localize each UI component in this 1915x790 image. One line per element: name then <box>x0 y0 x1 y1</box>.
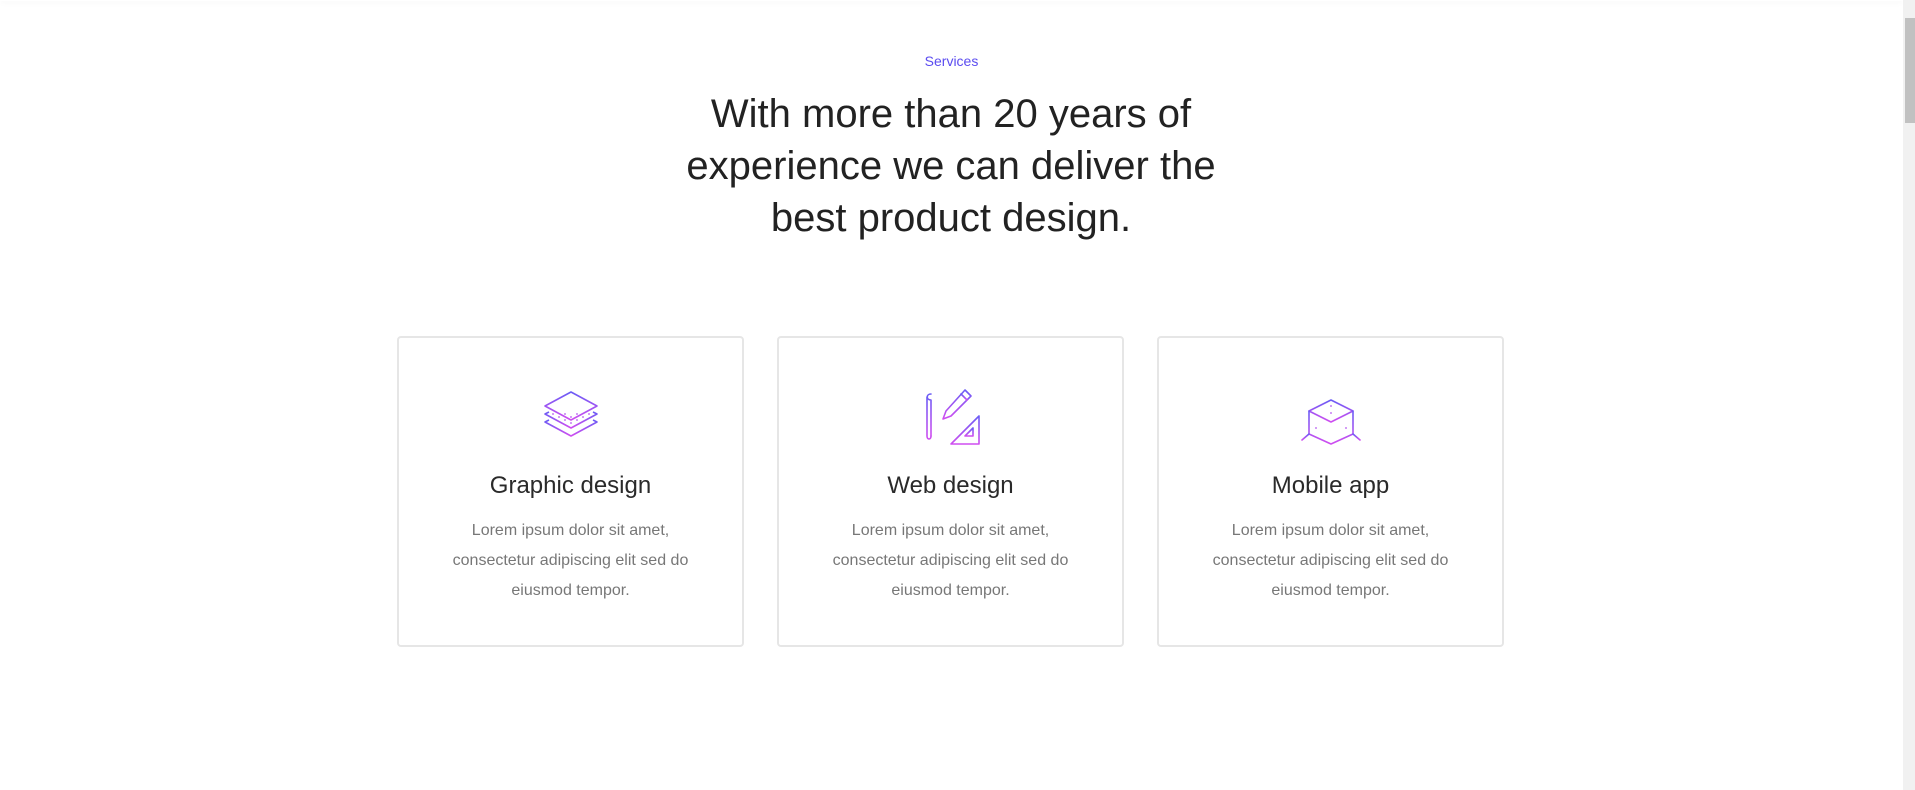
blueprint-pencil-icon <box>926 389 980 445</box>
service-card-graphic-design[interactable]: Graphic design Lorem ipsum dolor sit ame… <box>397 336 744 647</box>
service-title: Web design <box>887 472 1014 499</box>
scrollbar-thumb[interactable] <box>1905 18 1915 123</box>
page-scrollbar[interactable] <box>1903 0 1915 790</box>
service-title: Mobile app <box>1271 472 1390 499</box>
service-card-web-design[interactable]: Web design Lorem ipsum dolor sit amet, c… <box>777 336 1124 647</box>
service-description: Lorem ipsum dolor sit amet, consectetur … <box>1212 522 1449 599</box>
service-description: Lorem ipsum dolor sit amet, consectetur … <box>452 522 689 599</box>
section-eyebrow: Services <box>924 53 979 69</box>
header-shadow <box>0 0 1903 1</box>
layers-icon <box>544 391 598 437</box>
section-headline: With more than 20 years of experience we… <box>686 92 1216 240</box>
service-description: Lorem ipsum dolor sit amet, consectetur … <box>832 522 1069 599</box>
service-title: Graphic design <box>489 472 652 499</box>
cube-icon <box>1301 387 1361 445</box>
service-card-mobile-app[interactable]: Mobile app Lorem ipsum dolor sit amet, c… <box>1157 336 1504 647</box>
